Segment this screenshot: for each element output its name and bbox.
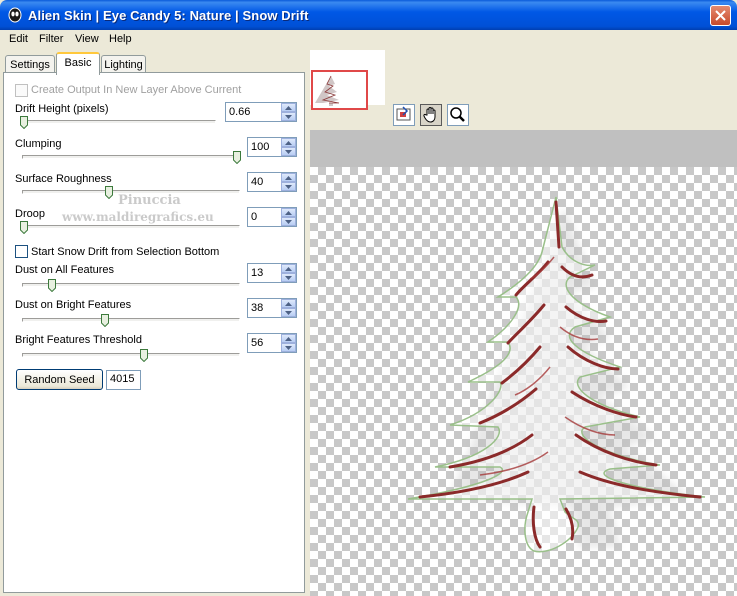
random-seed-value[interactable]: 4015 (106, 370, 141, 390)
tab-basic[interactable]: Basic (56, 52, 100, 75)
dust-all-spinbox[interactable]: 13 (247, 263, 297, 283)
start-from-selection-checkbox[interactable] (15, 245, 28, 258)
clumping-value: 100 (251, 141, 270, 153)
spin-down-button[interactable] (281, 182, 296, 191)
surface-roughness-slider-thumb[interactable] (105, 186, 113, 199)
bright-threshold-slider-thumb[interactable] (140, 349, 148, 362)
snow-drift-tree-preview (407, 196, 706, 553)
drift-height-label: Drift Height (pixels) (15, 103, 109, 115)
menu-filter[interactable]: Filter (39, 33, 63, 45)
spin-down-button[interactable] (281, 147, 296, 156)
bright-threshold-track[interactable] (22, 353, 240, 357)
menu-help[interactable]: Help (109, 33, 132, 45)
spin-down-button[interactable] (281, 112, 296, 121)
spin-down-button[interactable] (281, 308, 296, 317)
drift-height-track[interactable] (22, 120, 216, 124)
dust-bright-value: 38 (251, 302, 264, 314)
random-seed-button[interactable]: Random Seed (16, 369, 103, 390)
clumping-track[interactable] (22, 155, 240, 159)
drift-height-value: 0.66 (229, 106, 251, 118)
drift-height-slider-thumb[interactable] (20, 116, 28, 129)
spin-down-button[interactable] (281, 273, 296, 282)
drift-height-spinbox[interactable]: 0.66 (225, 102, 297, 122)
menu-bar: Edit Filter View Help (0, 30, 737, 50)
title-bar: Alien Skin | Eye Candy 5: Nature | Snow … (0, 0, 737, 30)
droop-label: Droop (15, 208, 45, 220)
bright-threshold-value: 56 (251, 337, 264, 349)
surface-roughness-label: Surface Roughness (15, 173, 112, 185)
preview-area (310, 50, 737, 596)
navigator-thumbnail[interactable] (311, 70, 368, 110)
dust-all-slider-thumb[interactable] (48, 279, 56, 292)
spin-up-button[interactable] (281, 138, 296, 147)
preview-canvas[interactable] (310, 167, 737, 596)
create-output-checkbox[interactable] (15, 84, 28, 97)
dust-bright-label: Dust on Bright Features (15, 299, 132, 311)
watermark-name: Pinuccia (118, 193, 181, 208)
spin-up-button[interactable] (281, 103, 296, 112)
clumping-spinbox[interactable]: 100 (247, 137, 297, 157)
navigator-panel (310, 50, 385, 110)
surface-roughness-value: 40 (251, 176, 264, 188)
dust-all-label: Dust on All Features (15, 264, 115, 276)
spin-up-button[interactable] (281, 173, 296, 182)
zoom-tool-button[interactable] (447, 104, 469, 126)
droop-value: 0 (251, 211, 258, 223)
bright-threshold-label: Bright Features Threshold (15, 334, 142, 346)
spin-up-button[interactable] (281, 264, 296, 273)
dust-all-value: 13 (251, 267, 264, 279)
spin-down-button[interactable] (281, 217, 296, 226)
spin-up-button[interactable] (281, 208, 296, 217)
close-button[interactable] (710, 5, 731, 26)
tree-thumbnail-icon (315, 75, 340, 106)
watermark-url: www.maldiregrafics.eu (62, 210, 214, 224)
close-icon (715, 10, 726, 21)
alien-skin-icon (8, 7, 22, 23)
hand-icon (423, 107, 436, 123)
clumping-slider-thumb[interactable] (233, 151, 241, 164)
hand-tool-button[interactable] (420, 104, 442, 126)
droop-track[interactable] (22, 225, 240, 229)
window-title: Alien Skin | Eye Candy 5: Nature | Snow … (28, 8, 309, 23)
dust-bright-spinbox[interactable]: 38 (247, 298, 297, 318)
preview-header-band (310, 130, 737, 167)
spin-down-button[interactable] (281, 343, 296, 352)
bright-threshold-spinbox[interactable]: 56 (247, 333, 297, 353)
start-from-selection-label: Start Snow Drift from Selection Bottom (31, 246, 220, 258)
dust-bright-slider-thumb[interactable] (101, 314, 109, 327)
dust-bright-track[interactable] (22, 318, 240, 322)
droop-spinbox[interactable]: 0 (247, 207, 297, 227)
menu-view[interactable]: View (75, 33, 99, 45)
menu-edit[interactable]: Edit (9, 33, 28, 45)
zoom-icon (450, 107, 465, 122)
spin-up-button[interactable] (281, 299, 296, 308)
navigator-tool-button[interactable] (393, 104, 415, 126)
droop-slider-thumb[interactable] (20, 221, 28, 234)
spin-up-button[interactable] (281, 334, 296, 343)
navigator-icon (396, 106, 411, 121)
clumping-label: Clumping (15, 138, 62, 150)
create-output-label: Create Output In New Layer Above Current (31, 84, 242, 96)
surface-roughness-spinbox[interactable]: 40 (247, 172, 297, 192)
